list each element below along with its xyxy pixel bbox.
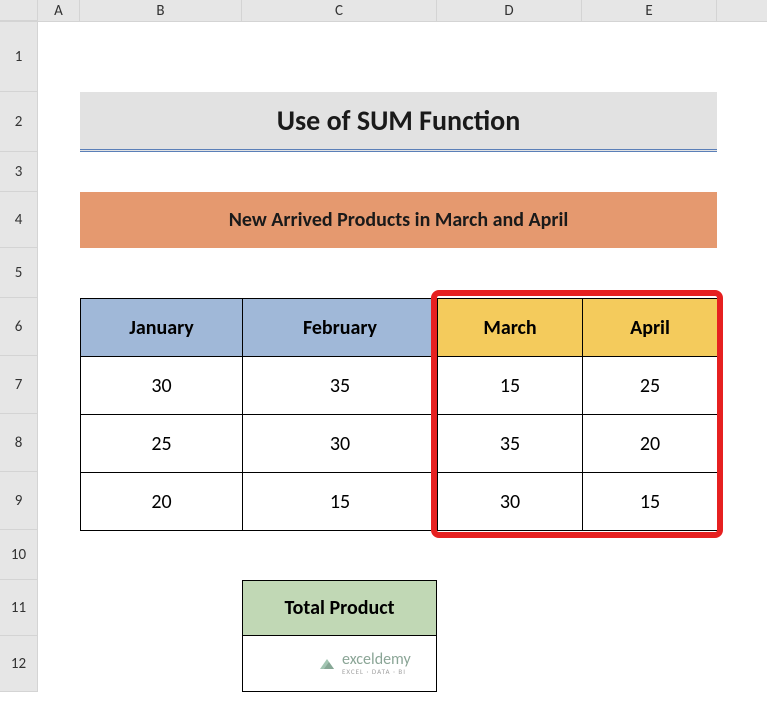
cell-B9[interactable]: 20 xyxy=(81,473,243,531)
row-header-11[interactable]: 11 xyxy=(0,580,38,636)
watermark-sub: EXCEL · DATA · BI xyxy=(342,668,411,675)
total-product-box: Total Product xyxy=(242,580,437,692)
row-header-6[interactable]: 6 xyxy=(0,298,38,356)
row-header-1[interactable]: 1 xyxy=(0,22,38,92)
cell-E9[interactable]: 15 xyxy=(583,473,718,531)
row-header-2[interactable]: 2 xyxy=(0,92,38,152)
col-header-E[interactable]: E xyxy=(582,0,717,21)
cell-D7[interactable]: 15 xyxy=(438,357,583,415)
subtitle-banner: New Arrived Products in March and April xyxy=(80,192,717,248)
row-header-3[interactable]: 3 xyxy=(0,152,38,192)
cell-C8[interactable]: 30 xyxy=(243,415,438,473)
select-all-corner[interactable] xyxy=(0,0,38,21)
cell-C9[interactable]: 15 xyxy=(243,473,438,531)
column-header-row: A B C D E xyxy=(0,0,767,22)
col-header-C[interactable]: C xyxy=(242,0,437,21)
table-row: 25 30 35 20 xyxy=(81,415,718,473)
table-row: 30 35 15 25 xyxy=(81,357,718,415)
cell-D9[interactable]: 30 xyxy=(438,473,583,531)
row-header-10[interactable]: 10 xyxy=(0,530,38,580)
table-header-row: January February March April xyxy=(81,299,718,357)
header-april[interactable]: April xyxy=(583,299,718,357)
cell-B8[interactable]: 25 xyxy=(81,415,243,473)
data-table: January February March April 30 35 15 25… xyxy=(80,298,718,531)
cell-D8[interactable]: 35 xyxy=(438,415,583,473)
watermark-main: exceldemy xyxy=(342,652,411,668)
row-header-column: 1 2 3 4 5 6 7 8 9 10 11 12 xyxy=(0,22,38,692)
page-title: Use of SUM Function xyxy=(80,92,717,152)
row-header-8[interactable]: 8 xyxy=(0,414,38,472)
row-header-7[interactable]: 7 xyxy=(0,356,38,414)
watermark-text: exceldemy EXCEL · DATA · BI xyxy=(342,652,411,675)
cell-C7[interactable]: 35 xyxy=(243,357,438,415)
header-march[interactable]: March xyxy=(438,299,583,357)
row-header-9[interactable]: 9 xyxy=(0,472,38,530)
cell-E7[interactable]: 25 xyxy=(583,357,718,415)
watermark-icon xyxy=(318,655,336,673)
table-row: 20 15 30 15 xyxy=(81,473,718,531)
header-february[interactable]: February xyxy=(243,299,438,357)
cell-E8[interactable]: 20 xyxy=(583,415,718,473)
cell-B7[interactable]: 30 xyxy=(81,357,243,415)
col-header-B[interactable]: B xyxy=(80,0,242,21)
row-header-12[interactable]: 12 xyxy=(0,636,38,692)
col-header-A[interactable]: A xyxy=(38,0,80,21)
row-header-5[interactable]: 5 xyxy=(0,248,38,298)
row-header-4[interactable]: 4 xyxy=(0,192,38,248)
col-header-D[interactable]: D xyxy=(437,0,582,21)
header-january[interactable]: January xyxy=(81,299,243,357)
watermark: exceldemy EXCEL · DATA · BI xyxy=(318,652,411,675)
total-product-label[interactable]: Total Product xyxy=(242,580,437,636)
